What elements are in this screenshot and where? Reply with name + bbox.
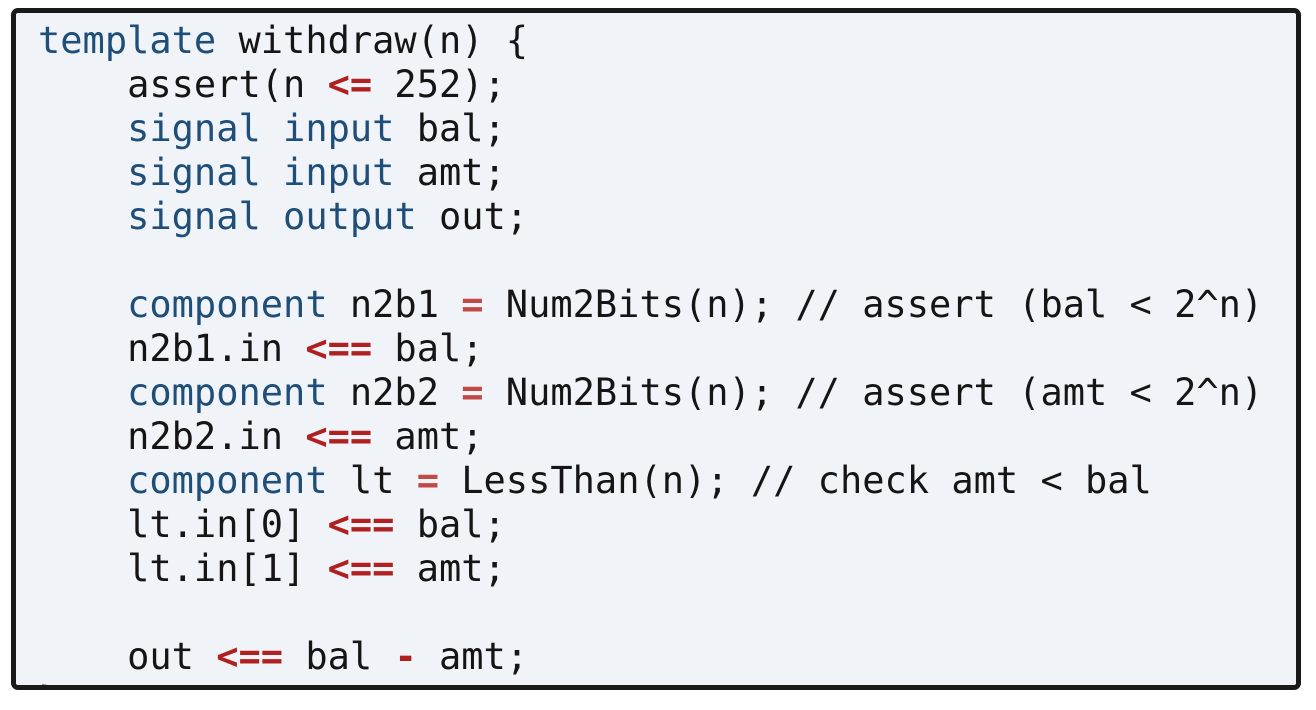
code-operator: <== <box>305 415 373 458</box>
code-text: lt.in[1] <box>38 547 328 590</box>
code-assignment-operator: = <box>461 283 484 326</box>
code-line: ​ <box>38 591 1263 635</box>
code-line: } <box>38 679 1263 685</box>
code-comment: // assert (bal < 2^n) <box>795 283 1264 326</box>
code-line: out <== bal - amt; <box>38 635 1263 679</box>
code-assignment-operator: = <box>461 371 484 414</box>
code-text: n2b1.in <box>38 327 306 370</box>
code-text: 252); <box>372 63 506 106</box>
code-text: bal; <box>394 503 506 546</box>
code-text: lt.in[0] <box>38 503 328 546</box>
code-line: component lt = LessThan(n); // check amt… <box>38 459 1263 503</box>
code-figure: template withdraw(n) { assert(n <= 252);… <box>11 8 1301 690</box>
code-text: bal <box>283 635 395 678</box>
code-line: lt.in[1] <== amt; <box>38 547 1263 591</box>
code-line: n2b1.in <== bal; <box>38 327 1263 371</box>
code-line: signal input bal; <box>38 107 1263 151</box>
code-comment: // assert (amt < 2^n) <box>795 371 1264 414</box>
code-text: lt <box>327 459 417 502</box>
code-operator: <== <box>216 635 284 678</box>
code-line: template withdraw(n) { <box>38 19 1263 63</box>
code-line: n2b2.in <== amt; <box>38 415 1263 459</box>
code-line: ​ <box>38 239 1263 283</box>
code-text: n2b1 <box>327 283 462 326</box>
code-text: out <box>38 635 217 678</box>
code-keyword: component <box>127 371 328 414</box>
code-text: } <box>38 679 60 685</box>
code-text: bal; <box>372 327 484 370</box>
code-operator: <== <box>327 547 395 590</box>
code-keyword: template <box>38 19 217 62</box>
code-operator: <= <box>327 63 373 106</box>
code-keyword: signal input <box>127 151 395 194</box>
code-text: n2b2.in <box>38 415 306 458</box>
code-text: amt; <box>394 547 506 590</box>
code-line: assert(n <= 252); <box>38 63 1263 107</box>
code-comment: // check amt < bal <box>750 459 1152 502</box>
code-block[interactable]: template withdraw(n) { assert(n <= 252);… <box>38 19 1263 685</box>
code-text: amt; <box>372 415 484 458</box>
code-keyword: signal input <box>127 107 395 150</box>
code-line: signal output out; <box>38 195 1263 239</box>
code-operator: - <box>394 635 417 678</box>
code-text: bal; <box>394 107 506 150</box>
code-keyword: component <box>127 459 328 502</box>
code-operator: <== <box>305 327 373 370</box>
code-line: component n2b1 = Num2Bits(n); // assert … <box>38 283 1263 327</box>
code-keyword: component <box>127 283 328 326</box>
code-text: assert(n <box>38 63 328 106</box>
code-operator: <== <box>327 503 395 546</box>
code-text: Num2Bits(n); <box>483 371 796 414</box>
code-assignment-operator: = <box>416 459 439 502</box>
code-text: Num2Bits(n); <box>483 283 796 326</box>
code-line: component n2b2 = Num2Bits(n); // assert … <box>38 371 1263 415</box>
code-text: LessThan(n); <box>438 459 751 502</box>
code-line: signal input amt; <box>38 151 1263 195</box>
code-keyword: signal output <box>127 195 417 238</box>
code-text: out; <box>416 195 529 238</box>
code-text: withdraw(n) { <box>216 19 529 62</box>
code-line: lt.in[0] <== bal; <box>38 503 1263 547</box>
code-text: amt; <box>416 635 529 678</box>
code-text: amt; <box>394 151 506 194</box>
code-text: n2b2 <box>327 371 462 414</box>
